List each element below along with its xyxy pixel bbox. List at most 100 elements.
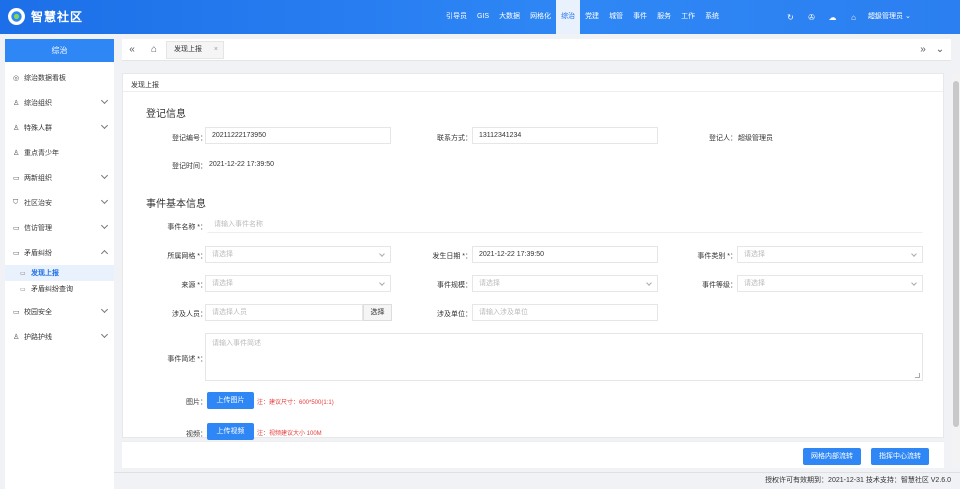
home-icon[interactable]: ⌂ — [146, 39, 162, 61]
center-flow-button[interactable]: 指挥中心流转 — [871, 448, 929, 465]
chevron-down-icon — [100, 221, 109, 230]
chevron-down-icon — [100, 121, 109, 130]
close-icon[interactable]: × — [214, 42, 218, 58]
level-select[interactable]: 请选择 — [737, 275, 923, 292]
sidebar-subitem-report[interactable]: ▭ 发现上报 — [5, 265, 114, 281]
chevron-down-icon: ⌄ — [904, 13, 911, 20]
contact-field[interactable]: 13112341234 — [472, 127, 658, 144]
upload-video-button[interactable]: 上传视频 — [207, 423, 254, 440]
nav-grid[interactable]: 网格化 — [525, 0, 556, 34]
select-placeholder: 请选择 — [744, 251, 765, 258]
resize-handle-icon[interactable] — [915, 373, 920, 378]
grid-select[interactable]: 请选择 — [205, 246, 391, 263]
nav-bigdata[interactable]: 大数据 — [494, 0, 525, 34]
tab-label: 发现上报 — [174, 46, 202, 53]
select-placeholder: 请选择 — [212, 280, 233, 287]
sidebar-item-label: 信访管理 — [24, 224, 52, 232]
nav-governance[interactable]: 综治 — [556, 0, 581, 34]
sidebar-item-campus[interactable]: ▭ 校园安全 — [5, 299, 114, 324]
chevron-down-icon — [911, 251, 917, 257]
grid-flow-button[interactable]: 网格内部流转 — [803, 448, 861, 465]
chevron-down-icon — [100, 196, 109, 205]
cloud-icon[interactable]: ☁ — [822, 13, 843, 22]
doc-icon: ▭ — [20, 270, 26, 277]
user-menu[interactable]: 超级管理员 ⌄ — [868, 0, 911, 34]
sidebar-item-label: 重点青少年 — [24, 149, 59, 157]
registrant-label: 登记人： — [709, 135, 737, 142]
sidebar-item-youth[interactable]: ♙ 重点青少年 — [5, 140, 114, 165]
sidebar-item-label: 矛盾纠纷 — [24, 249, 52, 257]
desc-textarea[interactable]: 请输入事件简述 — [205, 333, 923, 381]
nav-event[interactable]: 事件 — [628, 0, 652, 34]
sidebar-subitem-query[interactable]: ▭ 矛盾纠纷查询 — [5, 281, 114, 297]
action-bar: 网格内部流转 指挥中心流转 — [122, 441, 944, 468]
refresh-icon[interactable]: ↻ — [780, 13, 801, 22]
sidebar-item-label: 综治数据看板 — [24, 74, 66, 82]
select-person-button[interactable]: 选择 — [363, 304, 392, 321]
nav-city[interactable]: 城管 — [604, 0, 628, 34]
dashboard-icon: ◎ — [13, 74, 20, 82]
scrollbar-thumb[interactable] — [953, 81, 959, 427]
divider — [123, 91, 943, 92]
nav-party[interactable]: 党建 — [580, 0, 604, 34]
contact-label: 联系方式： — [437, 135, 472, 142]
double-chevron-left-icon[interactable]: « — [124, 39, 140, 61]
nav-guide[interactable]: 引导员 — [441, 0, 472, 34]
sidebar-item-security[interactable]: ⛉ 社区治安 — [5, 190, 114, 215]
doc-icon: ▭ — [13, 224, 20, 232]
app-logo[interactable]: 智慧社区 — [8, 8, 83, 25]
logo-emblem-icon — [8, 8, 25, 25]
scale-select[interactable]: 请选择 — [472, 275, 658, 292]
person-label: 涉及人员： — [172, 311, 207, 318]
scale-label: 事件规模： — [437, 282, 472, 289]
sidebar-item-two-new[interactable]: ▭ 两新组织 — [5, 165, 114, 190]
nav-service[interactable]: 服务 — [652, 0, 676, 34]
sidebar-item-dispute[interactable]: ▭ 矛盾纠纷 — [5, 240, 114, 265]
chevron-up-icon — [100, 249, 109, 258]
chevron-down-icon — [100, 96, 109, 105]
doc-icon: ▭ — [13, 308, 20, 316]
sidebar-item-road[interactable]: ♙ 护路护线 — [5, 324, 114, 349]
source-label: 来源 *： — [181, 282, 207, 289]
category-select[interactable]: 请选择 — [737, 246, 923, 263]
tab-report[interactable]: 发现上报 × — [166, 41, 224, 59]
date-input[interactable]: 2021-12-22 17:39:50 — [472, 246, 658, 263]
nav-system[interactable]: 系统 — [700, 0, 724, 34]
tag-icon[interactable]: ⌂ — [843, 13, 864, 22]
nav-gis[interactable]: GIS — [472, 0, 494, 34]
page-title: 发现上报 — [131, 82, 159, 89]
sidebar-item-dashboard[interactable]: ◎ 综治数据看板 — [5, 65, 114, 90]
chevron-down-icon[interactable]: ⌄ — [932, 39, 948, 61]
double-chevron-right-icon[interactable]: » — [915, 39, 931, 61]
category-label: 事件类别 *： — [697, 253, 737, 260]
chevron-down-icon — [100, 171, 109, 180]
notification-icon[interactable]: ✇ — [801, 13, 822, 22]
event-name-input[interactable]: 请输入事件名称 — [207, 216, 923, 233]
person-input[interactable]: 请选择人员 — [205, 304, 363, 321]
chevron-down-icon — [379, 251, 385, 257]
user-name: 超级管理员 — [868, 13, 903, 20]
top-nav: 引导员 GIS 大数据 网格化 综治 党建 城管 事件 服务 工作 系统 — [441, 0, 724, 34]
sidebar-item-petition[interactable]: ▭ 信访管理 — [5, 215, 114, 240]
user-icon: ♙ — [13, 149, 20, 157]
nav-work[interactable]: 工作 — [676, 0, 700, 34]
select-placeholder: 请选择 — [744, 280, 765, 287]
textarea-placeholder: 请输入事件简述 — [212, 340, 261, 347]
chevron-down-icon — [379, 280, 385, 286]
reg-number-label: 登记编号： — [172, 135, 207, 142]
unit-input[interactable]: 请输入涉及单位 — [472, 304, 658, 321]
chevron-down-icon — [911, 280, 917, 286]
source-select[interactable]: 请选择 — [205, 275, 391, 292]
sidebar-item-label: 综治组织 — [24, 99, 52, 107]
reg-number-field[interactable]: 20211222173950 — [205, 127, 391, 144]
image-label: 图片： — [186, 399, 207, 406]
registrant-value: 超级管理员 — [738, 135, 773, 142]
shield-icon: ⛉ — [13, 198, 19, 206]
user-icon: ♙ — [13, 333, 20, 341]
sidebar-item-org[interactable]: ♙ 综治组织 — [5, 90, 114, 115]
sidebar: 综治 ◎ 综治数据看板 ♙ 综治组织 ♙ 特殊人群 ♙ 重点青少年 ▭ 两新组织… — [5, 39, 114, 489]
sidebar-item-label: 两新组织 — [24, 174, 52, 182]
upload-image-button[interactable]: 上传图片 — [207, 392, 254, 409]
grid-label: 所属网格 *： — [167, 253, 207, 260]
sidebar-item-special[interactable]: ♙ 特殊人群 — [5, 115, 114, 140]
